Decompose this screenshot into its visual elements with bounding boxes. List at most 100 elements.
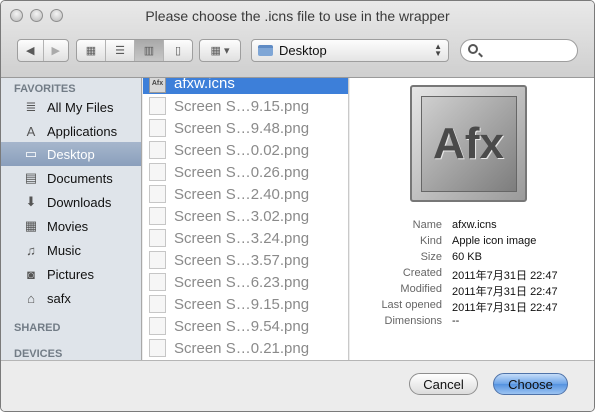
sidebar-item-label: Movies xyxy=(47,218,89,234)
coverflow-icon: ▯ xyxy=(174,45,182,57)
title-bar: Please choose the .icns file to use in t… xyxy=(1,1,594,78)
sidebar-item-label: Applications xyxy=(47,123,118,139)
png-file-icon xyxy=(149,185,166,203)
png-file-icon xyxy=(149,229,166,247)
list-item[interactable]: Afx afxw.icns xyxy=(143,78,348,94)
sidebar-item-safx[interactable]: ⌂ safx xyxy=(1,286,141,310)
choose-button[interactable]: Choose xyxy=(493,373,568,395)
list-item[interactable]: Screen S…6.23.png xyxy=(143,271,348,293)
pictures-icon: ◙ xyxy=(27,266,35,282)
list-item[interactable]: Screen S…9.15.png xyxy=(143,95,348,117)
open-dialog: Please choose the .icns file to use in t… xyxy=(0,0,595,412)
list-item[interactable]: Screen S…3.02.png xyxy=(143,205,348,227)
sidebar: FAVORITES ≣ All My Files A Applications … xyxy=(1,78,142,360)
sidebar-item-label: Desktop xyxy=(47,146,95,162)
file-name: Screen S…0.21.png xyxy=(174,339,310,357)
info-label: Created xyxy=(402,267,442,279)
list-item[interactable]: Screen S…9.54.png xyxy=(143,315,348,337)
sidebar-item-movies[interactable]: ▦ Movies xyxy=(1,214,141,238)
list-item[interactable]: Screen S…3.24.png xyxy=(143,227,348,249)
columns-icon: ▥ xyxy=(143,45,155,57)
info-row-dimensions: Dimensions -- xyxy=(350,315,594,331)
movies-icon: ▦ xyxy=(24,218,38,233)
sidebar-item-label: Downloads xyxy=(47,194,112,210)
file-name: Screen S…3.24.png xyxy=(174,229,310,247)
sidebar-item-label: All My Files xyxy=(47,99,114,115)
location-label: Desktop xyxy=(279,43,327,58)
coverflow-view-button[interactable]: ▯ xyxy=(164,40,192,61)
sidebar-item-label: safx xyxy=(47,290,71,306)
arrange-icon: ▦ ▾ xyxy=(210,45,230,57)
documents-icon: ▤ xyxy=(24,170,38,185)
sidebar-item-applications[interactable]: A Applications xyxy=(1,119,141,143)
music-icon: ♫ xyxy=(26,242,36,258)
list-view-button[interactable]: ☰ xyxy=(106,40,135,61)
home-icon: ⌂ xyxy=(27,290,35,306)
info-label: Last opened xyxy=(381,299,442,311)
list-item[interactable]: Screen S…3.57.png xyxy=(143,249,348,271)
info-row-last-opened: Last opened 2011年7月31日 22:47 xyxy=(350,299,594,315)
column-view-button[interactable]: ▥ xyxy=(135,40,164,61)
devices-heading: DEVICES xyxy=(14,348,63,360)
info-label: Dimensions xyxy=(384,315,442,327)
info-row-modified: Modified 2011年7月31日 22:47 xyxy=(350,283,594,299)
shared-heading: SHARED xyxy=(14,322,61,334)
png-file-icon xyxy=(149,119,166,137)
info-row-kind: Kind Apple icon image xyxy=(350,235,594,251)
cancel-button[interactable]: Cancel xyxy=(409,373,478,395)
arrange-menu-button[interactable]: ▦ ▾ xyxy=(199,39,241,62)
file-preview-icon: Afx xyxy=(410,85,527,202)
png-file-icon xyxy=(149,273,166,291)
file-name: Screen S…3.02.png xyxy=(174,207,310,225)
png-file-icon xyxy=(149,141,166,159)
file-name: Screen S…9.15.png xyxy=(174,295,310,313)
file-name: Screen S…9.54.png xyxy=(174,317,310,335)
icon-view-button[interactable]: ▦ xyxy=(77,40,106,61)
list-item[interactable]: Screen S…9.48.png xyxy=(143,117,348,139)
back-button[interactable]: ◀ xyxy=(18,40,44,61)
sidebar-item-label: Documents xyxy=(47,170,113,186)
file-name: Screen S…6.23.png xyxy=(174,273,310,291)
window-title: Please choose the .icns file to use in t… xyxy=(145,8,450,24)
afx-logo: Afx xyxy=(420,95,517,192)
sidebar-item-music[interactable]: ♫ Music xyxy=(1,238,141,262)
search-field[interactable] xyxy=(460,39,578,62)
file-name: afxw.icns xyxy=(174,78,235,92)
file-name: Screen S…0.26.png xyxy=(174,163,310,181)
view-mode-control: ▦ ☰ ▥ ▯ xyxy=(76,39,193,62)
file-name: Screen S…9.48.png xyxy=(174,119,310,137)
file-column: Afx afxw.icns Screen S…9.15.png Screen S… xyxy=(143,78,349,360)
png-file-icon xyxy=(149,163,166,181)
sidebar-item-desktop[interactable]: ▭ Desktop xyxy=(1,142,141,166)
sidebar-item-documents[interactable]: ▤ Documents xyxy=(1,166,141,190)
list-item[interactable]: Screen S…0.02.png xyxy=(143,139,348,161)
chevron-right-icon: ▶ xyxy=(51,45,60,57)
sidebar-item-all-my-files[interactable]: ≣ All My Files xyxy=(1,95,141,119)
list-item[interactable]: Screen S…0.21.png xyxy=(143,337,348,359)
list-item[interactable]: Screen S…2.40.png xyxy=(143,183,348,205)
location-popup[interactable]: Desktop ▲ ▼ xyxy=(251,39,449,62)
favorites-heading: FAVORITES xyxy=(14,83,76,95)
list-item[interactable]: Screen S…0.26.png xyxy=(143,161,348,183)
search-icon xyxy=(468,44,478,54)
info-value: Apple icon image xyxy=(452,235,537,247)
png-file-icon xyxy=(149,97,166,115)
info-row-size: Size 60 KB xyxy=(350,251,594,267)
applications-icon: A xyxy=(26,123,36,139)
png-file-icon xyxy=(149,207,166,225)
list-item[interactable]: Screen S…9.15.png xyxy=(143,293,348,315)
forward-button[interactable]: ▶ xyxy=(44,40,69,61)
dialog-footer: Cancel Choose xyxy=(1,360,594,411)
back-forward-control: ◀ ▶ xyxy=(17,39,69,62)
info-label: Modified xyxy=(400,283,442,295)
info-label: Kind xyxy=(419,235,442,247)
downloads-icon: ⬇ xyxy=(25,194,37,209)
sidebar-item-pictures[interactable]: ◙ Pictures xyxy=(1,262,141,286)
info-value: 2011年7月31日 22:47 xyxy=(452,286,558,298)
sidebar-item-downloads[interactable]: ⬇ Downloads xyxy=(1,190,141,214)
chevron-left-icon: ◀ xyxy=(26,45,35,57)
info-value: 2011年7月31日 22:47 xyxy=(452,270,558,282)
afx-logo-text: Afx xyxy=(433,118,504,168)
info-row-created: Created 2011年7月31日 22:47 xyxy=(350,267,594,283)
png-file-icon xyxy=(149,317,166,335)
